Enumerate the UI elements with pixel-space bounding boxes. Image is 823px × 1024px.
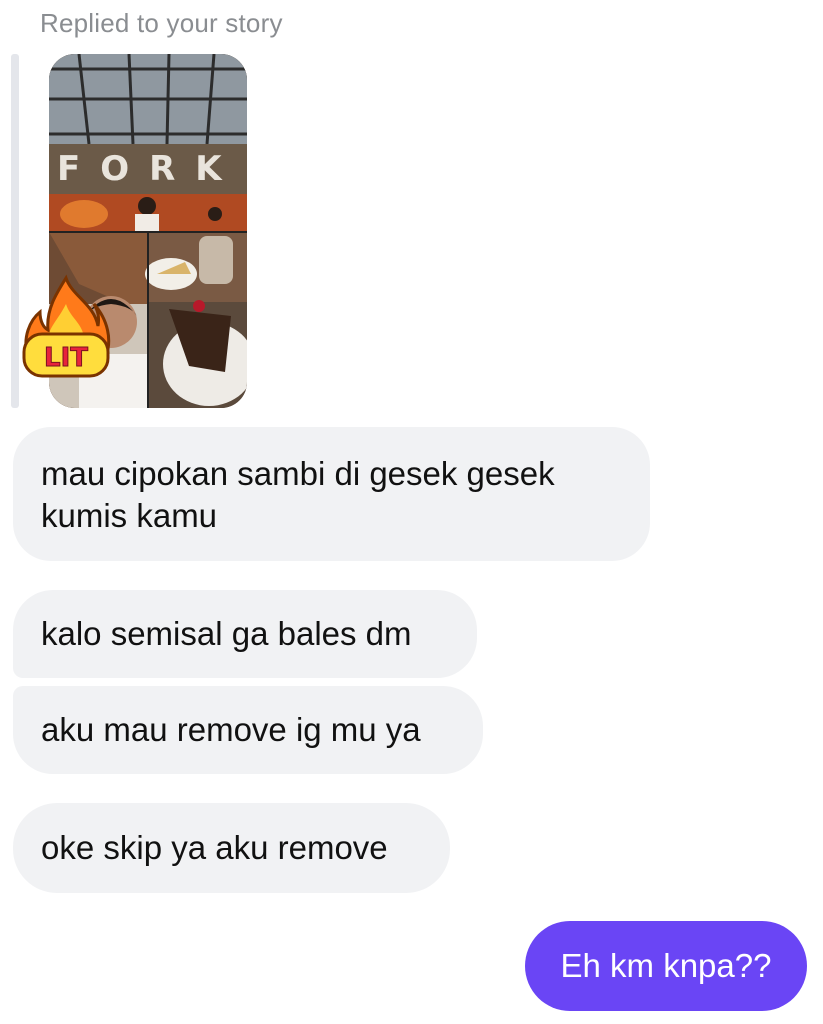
message-text: aku mau remove ig mu ya	[41, 711, 421, 748]
message-bubble-incoming[interactable]: aku mau remove ig mu ya	[13, 686, 483, 774]
story-reply-label: Replied to your story	[40, 8, 283, 38]
message-text: oke skip ya aku remove	[41, 829, 388, 866]
message-bubble-outgoing[interactable]: Eh km knpa??	[525, 921, 807, 1011]
message-text: kalo semisal ga bales dm	[41, 615, 412, 652]
fire-icon: LIT	[22, 274, 111, 378]
sticker-text: LIT	[44, 343, 88, 373]
message-bubble-incoming[interactable]: oke skip ya aku remove	[13, 803, 450, 893]
quote-bar	[11, 54, 19, 408]
fork-sign-text: FORK	[57, 149, 242, 189]
message-text: Eh km knpa??	[560, 947, 772, 984]
message-bubble-incoming[interactable]: kalo semisal ga bales dm	[13, 590, 477, 678]
message-text: mau cipokan sambi di gesek gesek kumis k…	[41, 455, 555, 534]
message-bubble-incoming[interactable]: mau cipokan sambi di gesek gesek kumis k…	[13, 427, 650, 561]
message-thread: Replied to your story FORK LIT mau cipok…	[0, 0, 823, 1024]
